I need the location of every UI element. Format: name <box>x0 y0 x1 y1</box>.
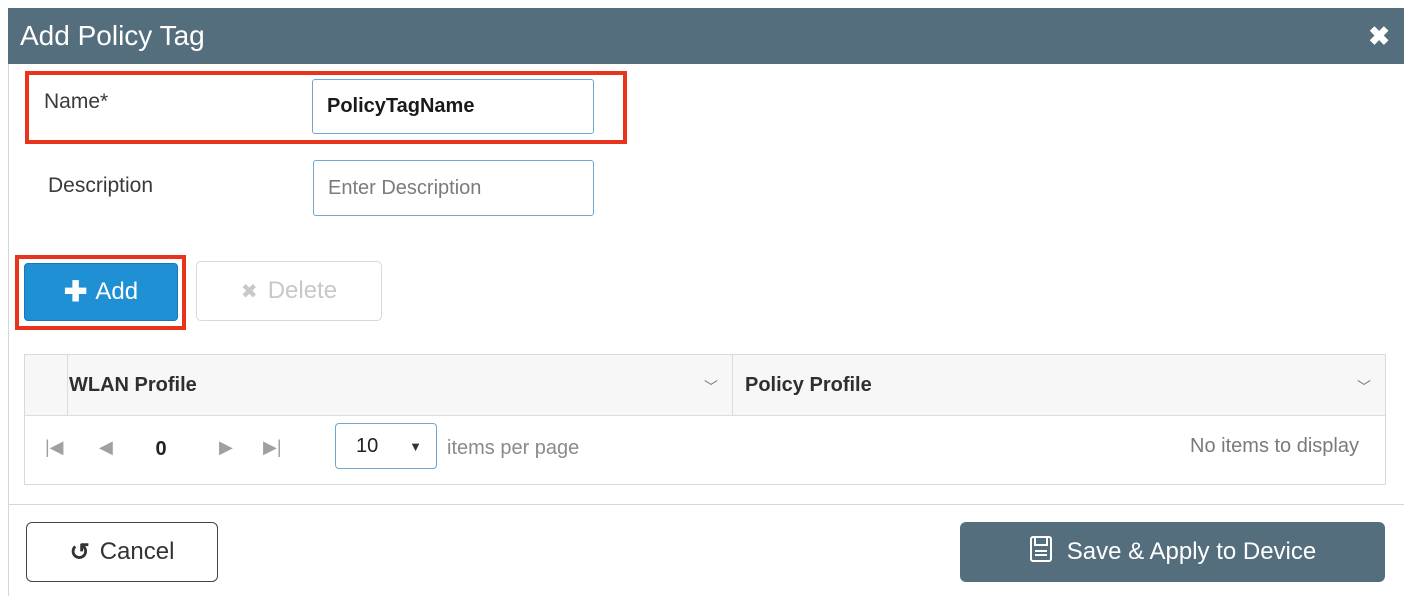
previous-page-icon[interactable]: ◀ <box>99 437 113 458</box>
plus-icon: ✚ <box>63 276 88 307</box>
chevron-down-icon[interactable]: ﹀ <box>1357 377 1371 397</box>
first-page-icon[interactable]: |◀ <box>45 437 64 458</box>
save-apply-button-label: Save & Apply to Device <box>1066 538 1317 565</box>
page-size-value: 10 <box>356 434 379 457</box>
column-header-policy-profile[interactable]: Policy Profile ﹀ <box>745 355 1385 415</box>
empty-message: No items to display <box>1190 435 1359 457</box>
dialog-titlebar: Add Policy Tag ✖ <box>8 8 1404 64</box>
grid-header: WLAN Profile ﹀ Policy Profile ﹀ <box>25 355 1385 416</box>
column-header-wlan-profile[interactable]: WLAN Profile ﹀ <box>69 355 732 415</box>
grid-pager: |◀ ◀ 0 ▶ ▶| 10 ▼ items per page No items… <box>25 415 1385 485</box>
column-header-label: WLAN Profile <box>69 373 197 396</box>
delete-button-label: Delete <box>267 277 338 304</box>
next-page-icon[interactable]: ▶ <box>219 437 233 458</box>
close-icon[interactable]: ✖ <box>1368 23 1390 49</box>
add-button[interactable]: ✚ Add <box>24 263 178 321</box>
column-header-label: Policy Profile <box>745 373 872 396</box>
description-label: Description <box>48 174 154 197</box>
description-input[interactable]: Enter Description <box>313 160 594 216</box>
chevron-down-icon[interactable]: ﹀ <box>704 377 718 397</box>
name-label: Name* <box>44 90 109 113</box>
dialog-title: Add Policy Tag <box>20 20 205 51</box>
cancel-button-label: Cancel <box>99 538 175 565</box>
add-policy-tag-dialog: Add Policy Tag ✖ Name* PolicyTagName Des… <box>0 0 1404 596</box>
page-size-select[interactable]: 10 ▼ <box>335 423 437 469</box>
page-size-label: items per page <box>447 437 580 459</box>
select-column-header[interactable] <box>25 355 68 415</box>
last-page-icon[interactable]: ▶| <box>263 437 282 458</box>
save-apply-button[interactable]: Save & Apply to Device <box>960 522 1385 582</box>
page-number: 0 <box>133 423 189 475</box>
delete-button[interactable]: ✖ Delete <box>196 261 382 321</box>
name-input-value: PolicyTagName <box>327 95 475 117</box>
close-icon: ✖ <box>240 280 258 303</box>
undo-icon: ↺ <box>69 538 90 566</box>
description-placeholder: Enter Description <box>328 176 482 199</box>
footer-divider <box>8 504 1404 505</box>
name-input[interactable]: PolicyTagName <box>312 79 594 134</box>
add-button-label: Add <box>95 278 139 305</box>
dropdown-arrow-icon: ▼ <box>409 439 422 454</box>
policy-grid: WLAN Profile ﹀ Policy Profile ﹀ |◀ ◀ 0 ▶… <box>24 354 1386 485</box>
dialog-left-border <box>8 64 9 596</box>
cancel-button[interactable]: ↺ Cancel <box>26 522 218 582</box>
floppy-disk-icon <box>1029 535 1053 570</box>
column-separator <box>732 355 733 415</box>
